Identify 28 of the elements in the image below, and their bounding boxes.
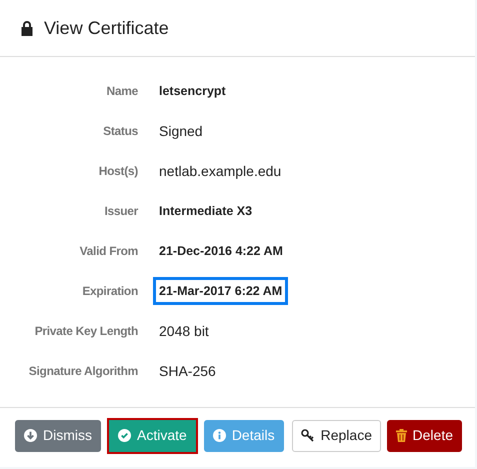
- field-label: Signature Algorithm: [28, 363, 138, 380]
- field-value: letsencrypt: [158, 82, 227, 100]
- lock-icon: [20, 20, 34, 36]
- field-label: Valid From: [78, 243, 138, 260]
- down-arrow-circle-icon: [24, 429, 37, 442]
- check-circle-icon: [118, 429, 131, 442]
- field-value: Signed: [158, 122, 204, 141]
- activate-button[interactable]: Activate: [109, 420, 196, 452]
- details-button[interactable]: Details: [204, 420, 284, 452]
- field-value: netlab.example.edu: [158, 162, 282, 181]
- delete-button[interactable]: Delete: [386, 420, 462, 452]
- field-label: Host(s): [98, 163, 138, 180]
- field-label: Expiration: [81, 283, 138, 300]
- field-value: 2048 bit: [158, 322, 210, 340]
- dismiss-button[interactable]: Dismiss: [15, 420, 101, 452]
- field-value: SHA-256: [158, 362, 217, 380]
- field-label: Name: [106, 83, 138, 100]
- field-label: Issuer: [103, 203, 138, 220]
- info-icon: [212, 429, 226, 442]
- key-icon: [300, 429, 315, 442]
- trash-icon: [396, 429, 407, 442]
- replace-button[interactable]: Replace: [292, 420, 381, 452]
- field-label: Status: [102, 123, 138, 140]
- dialog-title: View Certificate: [44, 16, 169, 40]
- field-value: 21-Mar-2017 6:22 AM: [153, 276, 288, 306]
- field-label: Private Key Length: [34, 323, 138, 340]
- field-value: 21-Dec-2016 4:22 AM: [158, 242, 284, 260]
- field-value: Intermediate X3: [158, 202, 254, 220]
